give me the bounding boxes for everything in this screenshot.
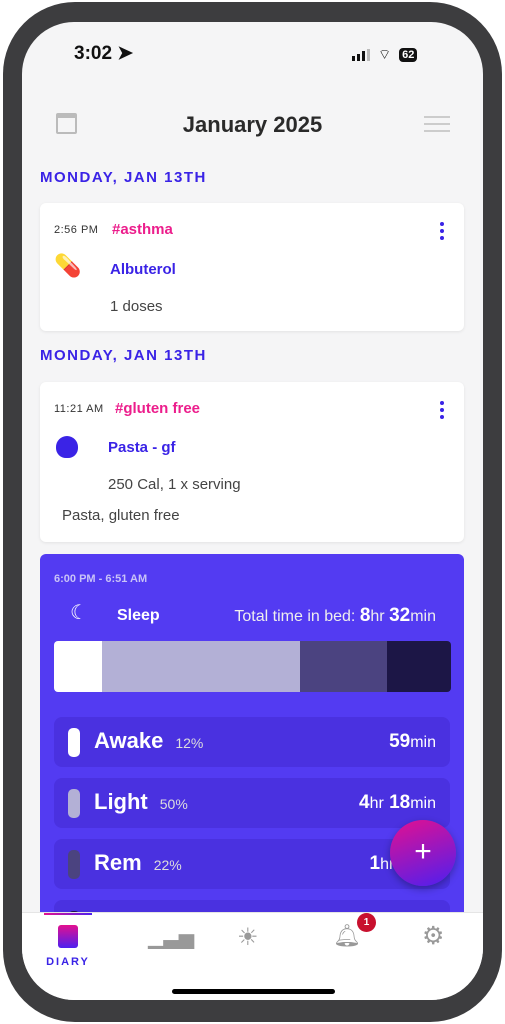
entry-tag: #gluten free	[115, 400, 201, 417]
date-header: MONDAY, JAN 13TH	[40, 347, 207, 364]
stage-name: Rem 22%	[94, 850, 182, 875]
stage-color-icon	[68, 850, 80, 879]
wifi-icon: ⌔	[378, 46, 392, 62]
stage-duration: 4hr 18min	[358, 792, 436, 813]
stage-color-icon	[68, 728, 80, 757]
gear-icon[interactable]: ⚙	[422, 921, 444, 951]
more-icon[interactable]	[440, 222, 444, 243]
sleep-range: 6:00 PM - 6:51 AM	[54, 573, 148, 585]
date-header: MONDAY, JAN 13TH	[40, 169, 207, 186]
stage-name: Awake 12%	[94, 728, 204, 753]
stage-segment-rem	[300, 641, 388, 692]
signal-icon	[352, 49, 370, 61]
stage-row[interactable]: Awake 12% 59min	[54, 717, 450, 767]
page-title: January 2025	[182, 112, 323, 137]
notification-badge: 1	[357, 913, 376, 932]
stage-row[interactable]: Light 50% 4hr 18min	[54, 778, 450, 828]
moon-icon: ☾	[70, 602, 88, 624]
stage-segment-awake	[54, 641, 102, 692]
screen: 3:02 ➤ ⌔ 62 January 2025 MONDAY, JAN 13T…	[22, 22, 483, 1000]
entry-detail: 1 doses	[110, 298, 163, 315]
progress-icon[interactable]: ▁▃▅	[148, 925, 194, 950]
pills-icon: 💊	[54, 253, 82, 278]
entry-note: Pasta, gluten free	[62, 507, 180, 524]
entry-name: Albuterol	[110, 261, 176, 278]
stage-color-icon	[68, 789, 80, 818]
status-time: 3:02 ➤	[74, 43, 134, 64]
stage-name: Light 50%	[94, 789, 188, 814]
entry-detail: 250 Cal, 1 x serving	[108, 476, 241, 493]
home-indicator	[172, 989, 335, 994]
status-icons: ⌔ 62	[352, 46, 418, 64]
diary-icon	[58, 925, 78, 948]
sleep-stage-bar	[54, 641, 451, 692]
add-entry-button[interactable]: +	[390, 820, 456, 886]
stage-segment-deep	[387, 641, 451, 692]
entry-card-albuterol[interactable]: 2:56 PM #asthma 💊 Albuterol 1 doses	[40, 203, 464, 331]
stage-duration: 59min	[389, 731, 436, 752]
entry-card-pasta[interactable]: 11:21 AM #gluten free Pasta - gf 250 Cal…	[40, 382, 464, 542]
entry-name: Pasta - gf	[108, 439, 176, 456]
sleep-label: Sleep	[117, 607, 160, 624]
entry-time: 2:56 PM	[54, 224, 99, 236]
tab-label: DIARY	[46, 956, 90, 968]
filter-icon[interactable]	[424, 116, 450, 132]
entry-time: 11:21 AM	[54, 403, 104, 415]
battery-icon: 62	[399, 48, 418, 62]
stage-segment-light	[101, 641, 301, 692]
entry-tag: #asthma	[112, 221, 173, 238]
tab-diary[interactable]: DIARY	[42, 923, 94, 968]
bell-icon[interactable]: 🔔︎	[333, 923, 361, 949]
total-time: Total time in bed: 8hr 32min	[234, 605, 436, 626]
insights-icon[interactable]: ☀	[237, 923, 259, 952]
tab-bar: DIARY ▁▃▅ ☀ 🔔︎ 1 ⚙	[22, 912, 483, 1000]
apple-icon	[56, 436, 78, 458]
more-icon[interactable]	[440, 401, 444, 422]
